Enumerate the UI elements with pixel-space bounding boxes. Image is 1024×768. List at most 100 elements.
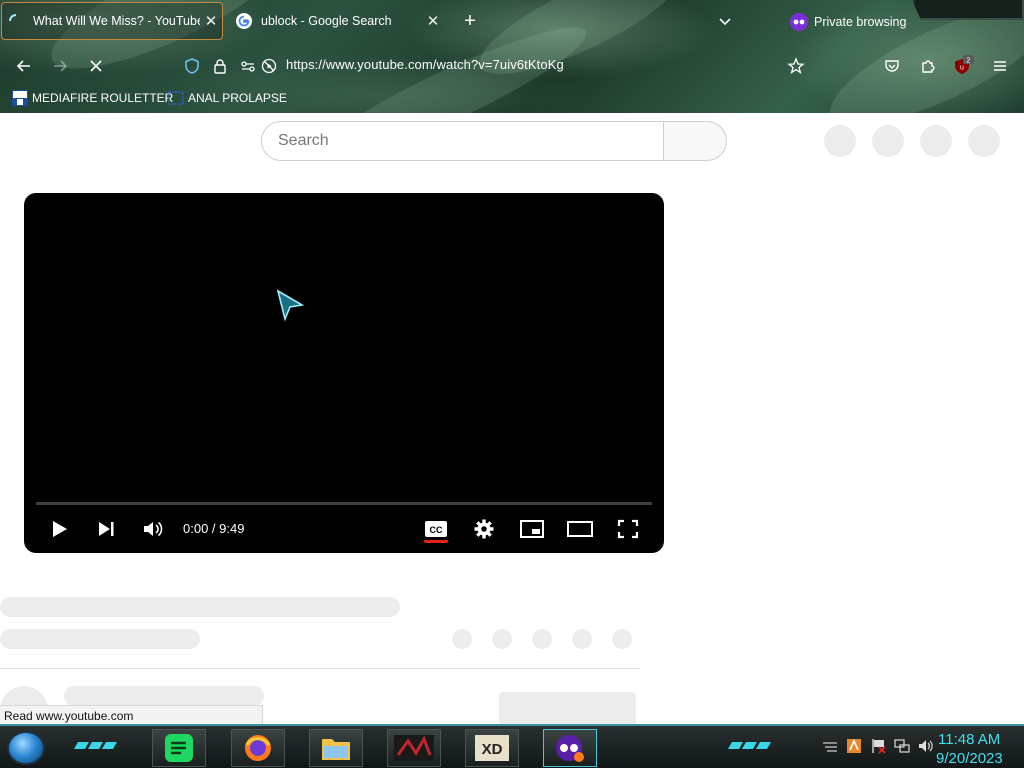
svg-text:u: u	[960, 65, 964, 72]
mute-button[interactable]	[139, 515, 167, 543]
video-progress-bar[interactable]	[36, 502, 652, 505]
taskbar-app-file-explorer[interactable]	[309, 729, 363, 767]
next-video-button[interactable]	[92, 515, 120, 543]
google-icon	[236, 13, 252, 29]
closed-captions-icon: CC	[425, 521, 447, 537]
settings-button[interactable]	[470, 515, 498, 543]
tab-youtube[interactable]: What Will We Miss? - YouTube ✕	[1, 2, 223, 40]
private-browsing-indicator: Private browsing	[790, 13, 906, 31]
youtube-search-button[interactable]	[663, 121, 727, 161]
tray-app-icon[interactable]	[846, 738, 862, 754]
miniplayer-icon	[520, 520, 544, 538]
action-skeleton	[572, 629, 592, 649]
play-icon	[53, 521, 67, 537]
bookmark-label: MEDIAFIRE ROULETTER	[32, 91, 174, 105]
tab-title: ublock - Google Search	[261, 14, 392, 28]
pocket-button[interactable]	[880, 54, 904, 78]
tab-google-search[interactable]: ublock - Google Search ✕	[232, 2, 444, 40]
close-icon	[90, 60, 102, 72]
bookmark-page-button[interactable]	[784, 54, 808, 78]
arrow-right-icon	[54, 60, 68, 72]
taskbar-app-spotify[interactable]	[152, 729, 206, 767]
gear-icon	[474, 519, 494, 539]
header-placeholder-button[interactable]	[824, 125, 856, 157]
system-tray	[822, 738, 934, 754]
back-button[interactable]	[12, 54, 36, 78]
arrow-left-icon	[16, 60, 30, 72]
bookmarks-toolbar: MEDIAFIRE ROULETTER ANAL PROLAPSE	[0, 86, 1024, 112]
address-bar[interactable]: https://www.youtube.com/watch?v=7uiv6tKt…	[286, 57, 564, 72]
folder-icon	[168, 90, 184, 106]
volume-icon	[144, 521, 163, 537]
svg-text:CC: CC	[430, 525, 443, 535]
window-frame-decoration	[912, 0, 1024, 20]
taskbar-decoration	[727, 738, 772, 752]
title-skeleton	[0, 597, 400, 617]
extensions-button[interactable]	[916, 54, 940, 78]
autoplay-blocked-button[interactable]	[257, 54, 281, 78]
taskbar-app-firefox[interactable]	[231, 729, 285, 767]
header-placeholder-button[interactable]	[872, 125, 904, 157]
start-button[interactable]	[7, 731, 45, 765]
header-placeholder-button[interactable]	[968, 125, 1000, 157]
play-button[interactable]	[45, 515, 73, 543]
clock-date[interactable]: 9/20/2023	[936, 750, 1003, 767]
forward-button[interactable]	[48, 54, 72, 78]
star-icon	[787, 57, 805, 74]
network-icon[interactable]	[894, 738, 910, 754]
stop-loading-button[interactable]	[84, 54, 108, 78]
action-skeleton	[532, 629, 552, 649]
puzzle-icon	[922, 60, 935, 73]
video-player[interactable]: 0:00 / 9:49 CC	[24, 193, 664, 553]
captions-enabled-indicator	[424, 540, 448, 543]
menu-button[interactable]	[988, 54, 1012, 78]
chevron-down-icon	[719, 18, 731, 26]
mouse-cursor-icon	[276, 289, 305, 322]
captions-button[interactable]: CC	[422, 515, 450, 543]
list-all-tabs-button[interactable]	[716, 12, 734, 30]
browser-chrome: What Will We Miss? - YouTube ✕ ublock - …	[0, 0, 1024, 113]
autoplay-blocked-icon	[261, 58, 277, 74]
xd-app-icon: XD	[475, 735, 509, 761]
site-security-button[interactable]	[208, 54, 232, 78]
firefox-icon	[245, 735, 271, 761]
close-tab-icon[interactable]: ✕	[422, 12, 444, 30]
folder-icon	[322, 739, 350, 760]
bookmark-mediafire-rouletter[interactable]: MEDIAFIRE ROULETTER	[12, 90, 173, 106]
fullscreen-button[interactable]	[614, 515, 642, 543]
miniplayer-button[interactable]	[518, 515, 546, 543]
section-divider	[0, 668, 640, 669]
tray-lines-icon[interactable]	[822, 738, 838, 754]
theater-mode-button[interactable]	[566, 515, 594, 543]
new-tab-button[interactable]: +	[460, 10, 480, 32]
ublock-origin-button[interactable]: u 2	[951, 54, 975, 78]
mft-icon	[12, 90, 28, 106]
navigation-bar: https://www.youtube.com/watch?v=7uiv6tKt…	[0, 44, 1024, 86]
action-skeleton	[452, 629, 472, 649]
bookmark-label: ANAL PROLAPSE	[188, 91, 287, 105]
tracking-protection-button[interactable]	[180, 54, 204, 78]
action-center-flag-icon[interactable]	[870, 738, 886, 754]
ublock-icon: u 2	[955, 55, 974, 74]
skip-next-icon	[99, 522, 114, 536]
bookmark-anal-prolapse[interactable]: ANAL PROLAPSE	[168, 90, 287, 106]
game-icon	[394, 735, 434, 761]
taskbar-app-game[interactable]	[387, 729, 441, 767]
hamburger-icon	[994, 61, 1006, 71]
close-tab-icon[interactable]: ✕	[200, 12, 222, 30]
permissions-icon	[241, 61, 255, 72]
spotify-icon	[165, 734, 193, 762]
browser-status-bar: Read www.youtube.com	[0, 705, 263, 725]
clock-time[interactable]: 11:48 AM	[938, 731, 1000, 748]
youtube-search-input[interactable]: Search	[261, 121, 664, 161]
private-browsing-icon	[556, 735, 584, 762]
loading-spinner-icon	[8, 13, 24, 29]
taskbar-app-firefox-private[interactable]	[543, 729, 597, 767]
fullscreen-icon	[617, 519, 639, 539]
taskbar-app-xd[interactable]: XD	[465, 729, 519, 767]
volume-icon[interactable]	[918, 738, 934, 754]
header-placeholder-button[interactable]	[920, 125, 952, 157]
svg-text:XD: XD	[482, 741, 503, 758]
channel-skeleton	[0, 629, 200, 649]
taskbar: XD 11:48 AM 9/20/2023	[0, 724, 1024, 768]
